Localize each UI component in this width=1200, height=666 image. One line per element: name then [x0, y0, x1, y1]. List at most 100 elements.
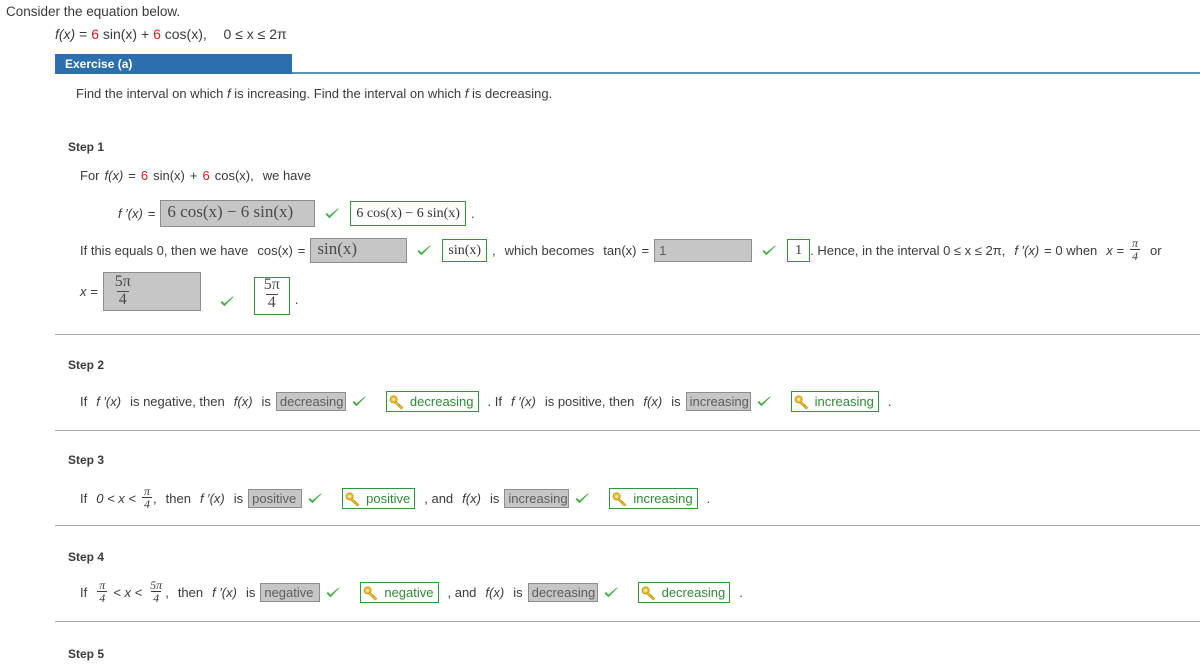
step4-answer-2-value: decreasing	[531, 585, 596, 601]
step2-fprime: f ′(x)	[96, 394, 122, 409]
step4-solution-2-box: decreasing	[637, 582, 731, 604]
x-answer-den: 4	[116, 290, 129, 308]
step2-solution-2-value: increasing	[814, 394, 874, 409]
step4-pi-over-4-den: 4	[97, 591, 108, 606]
x-answer-input[interactable]: 5π 4	[102, 272, 201, 311]
step2-answer-1-input[interactable]: decreasing	[275, 392, 346, 411]
step2-fx-2: f(x)	[643, 394, 663, 409]
step3-if: If	[80, 491, 88, 507]
step3-pi-over-4-num: π	[143, 484, 150, 498]
key-icon	[794, 394, 811, 410]
step1-equals-4: =	[641, 243, 650, 259]
step4-end: .	[739, 585, 743, 601]
exercise-tab[interactable]: Exercise (a)	[55, 54, 292, 74]
step4-5pi-over-4-den: 4	[151, 591, 162, 606]
step3-answer-2-input[interactable]: increasing	[504, 489, 570, 509]
key-icon	[641, 585, 658, 601]
step1-equals-2: =	[147, 206, 156, 221]
step1-tanx: tan(x)	[603, 243, 637, 259]
step2-fx: f(x)	[233, 394, 253, 409]
step4-answer-2-input[interactable]: decreasing	[527, 583, 598, 603]
step2-solution-2-box: increasing	[790, 391, 879, 412]
tan-solution-box: 1	[787, 239, 811, 263]
step2-fprime-2: f ′(x)	[510, 394, 536, 409]
step3-solution-2-value: increasing	[633, 491, 693, 507]
sin-answer-input[interactable]: sin(x)	[310, 238, 408, 264]
step1-cosx: cos(x)	[257, 243, 293, 259]
step1-coef-2: 6	[202, 168, 210, 183]
step4-if: If	[80, 585, 88, 601]
step4-inequality-mid: < x <	[113, 585, 143, 601]
step3-solution-1-value: positive	[366, 491, 411, 507]
step2-ispos: is positive, then	[544, 394, 635, 409]
sin-solution-box: sin(x)	[442, 239, 488, 263]
step2-answer-2-input[interactable]: increasing	[685, 392, 751, 411]
x-answer-num: 5π	[114, 273, 131, 290]
exercise-instructions: Find the interval on which f is increasi…	[76, 86, 553, 101]
step1-comma: ,	[492, 243, 496, 259]
step3-answer-1-input[interactable]: positive	[248, 489, 303, 509]
sin-answer-value: sin(x)	[317, 239, 358, 259]
key-icon	[389, 394, 406, 410]
step4-is-2: is	[513, 585, 523, 601]
step2-solution-1-box: decreasing	[385, 391, 479, 412]
equation-coefficient-2: 6	[153, 26, 161, 42]
divider-after-step-4	[55, 621, 1200, 622]
step4-is: is	[245, 585, 256, 601]
step1-ifzero: If this equals 0, then we have	[80, 243, 249, 259]
step4-and: , and	[447, 585, 477, 601]
step1-xeq: x =	[1106, 243, 1124, 259]
step3-answer-2-value: increasing	[508, 491, 568, 507]
step4-fx: f(x)	[485, 585, 505, 601]
tan-answer-input[interactable]: 1	[654, 239, 753, 263]
step2-is-2: is	[671, 394, 681, 409]
derivative-solution-box: 6 cos(x) − 6 sin(x)	[350, 201, 466, 226]
step4-answer-1-value: negative	[264, 585, 314, 601]
exercise-header-rule	[292, 72, 1200, 74]
derivative-solution-value: 6 cos(x) − 6 sin(x)	[356, 205, 460, 221]
step-1-zero-row: If this equals 0, then we have cos(x) = …	[80, 237, 1162, 264]
step2-answer-1-value: decreasing	[279, 394, 344, 409]
step2-check-2-icon	[756, 394, 773, 409]
step4-solution-1-box: negative	[360, 582, 439, 604]
step1-fx: f(x)	[104, 168, 124, 183]
step3-fx: f(x)	[462, 491, 481, 507]
step-2-line: If f ′(x) is negative, then f(x) is decr…	[80, 391, 891, 412]
step1-plus: +	[189, 168, 198, 183]
step2-end: .	[887, 394, 892, 409]
step1-period: .	[470, 206, 475, 221]
step1-hence: . Hence, in the interval 0 ≤ x ≤ 2π,	[810, 243, 1006, 259]
derivative-answer-input[interactable]: 6 cos(x) − 6 sin(x)	[160, 200, 316, 227]
step4-check-2-icon	[603, 585, 620, 600]
step-1-derivative-row: f ′(x) = 6 cos(x) − 6 sin(x) 6 cos(x) − …	[118, 200, 475, 227]
step3-pi-over-4-den: 4	[141, 497, 152, 512]
sin-correct-checkmark-icon	[416, 243, 433, 258]
step1-wehave: we have	[262, 168, 312, 183]
equation-coefficient-1: 6	[91, 26, 99, 42]
step1-equals: =	[128, 168, 136, 183]
step3-is-2: is	[489, 491, 500, 507]
equation-domain: 0 ≤ x ≤ 2π	[223, 26, 287, 42]
step1-for: For	[80, 168, 100, 183]
step2-is: is	[261, 394, 271, 409]
x-solution-den: 4	[265, 294, 278, 311]
x-solution-box: 5π 4	[253, 276, 290, 315]
step-2-label: Step 2	[68, 358, 105, 372]
step1-term-2: cos(x),	[214, 168, 254, 183]
step2-answer-2-value: increasing	[689, 394, 749, 409]
step3-is: is	[233, 491, 244, 507]
step4-5pi-over-4-num: 5π	[150, 578, 163, 592]
step3-then: then	[165, 491, 191, 507]
step-3-label: Step 3	[68, 453, 105, 467]
step3-check-2-icon	[574, 491, 591, 506]
step4-pi-over-4-num: π	[99, 578, 106, 592]
step1-equals-3: =	[297, 243, 306, 259]
step4-then: then	[177, 585, 204, 601]
x-solution-num: 5π	[263, 276, 280, 294]
step3-pi-over-4: π 4	[141, 484, 152, 512]
step4-fprime: f ′(x)	[212, 585, 237, 601]
x-solution-fraction: 5π 4	[262, 277, 282, 311]
step4-answer-1-input[interactable]: negative	[260, 583, 321, 603]
step1-fprime-2: f ′(x)	[1014, 243, 1040, 259]
step2-solution-1-value: decreasing	[409, 394, 474, 409]
